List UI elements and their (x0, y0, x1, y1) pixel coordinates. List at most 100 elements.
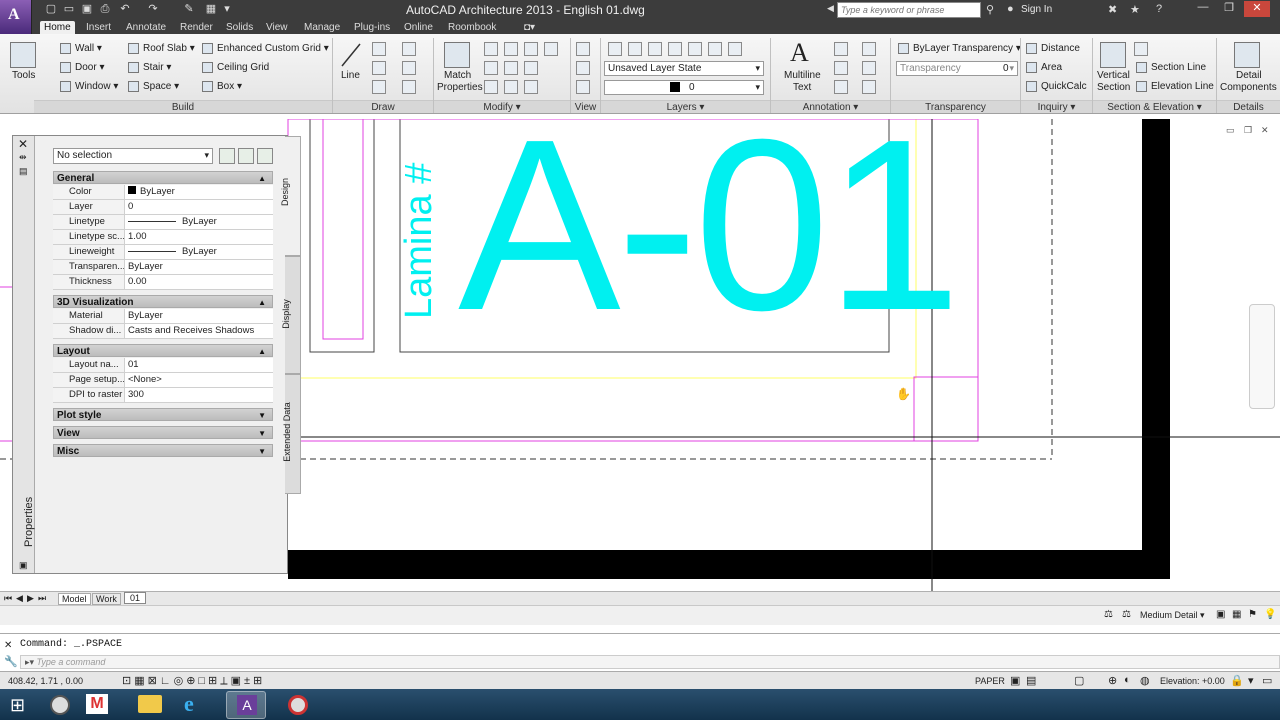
file-explorer-icon[interactable] (138, 695, 162, 713)
property-row[interactable]: Layout na... 01 (53, 358, 273, 373)
palette-settings-icon[interactable]: ▣ (19, 560, 28, 571)
box-button[interactable]: Box ▾ (202, 81, 242, 93)
ellipse-icon[interactable] (402, 61, 416, 75)
close-icon[interactable]: ✕ (1244, 1, 1270, 17)
save-icon[interactable]: ▣ (80, 2, 94, 16)
section-extra-icon[interactable] (1134, 42, 1148, 56)
copy-icon[interactable] (504, 61, 518, 75)
multiline-text-button[interactable]: Multiline (784, 70, 821, 82)
layer-isolate-icon[interactable] (628, 42, 642, 56)
tab-online[interactable]: Online (400, 21, 437, 34)
annotation-autoscale-icon[interactable]: ⚖ (1122, 609, 1131, 620)
panel-title-layers[interactable]: Layers ▾ (601, 100, 770, 113)
match-properties-button[interactable]: Match (444, 70, 471, 82)
annotation-visibility-icon[interactable]: ⚖ (1104, 609, 1113, 620)
plot-icon[interactable]: ⎙ (98, 2, 112, 16)
command-recent-icon[interactable]: ▸▾ (25, 657, 37, 667)
tab-roombook[interactable]: Roombook (444, 21, 500, 34)
panel-title-annotation[interactable]: Annotation ▾ (771, 100, 890, 113)
transparency-field[interactable]: Transparency (896, 61, 1018, 76)
qat-dropdown-icon[interactable]: ▾ (220, 2, 234, 16)
layer-properties-icon[interactable] (608, 42, 622, 56)
workspace-icon[interactable]: ✎ (182, 2, 196, 16)
tab-plugins[interactable]: Plug-ins (350, 21, 394, 34)
view-box-icon[interactable] (576, 42, 590, 56)
help-icon[interactable]: ? (1156, 3, 1162, 15)
navigation-bar[interactable] (1249, 304, 1275, 409)
elevation-line-button[interactable]: Elevation Line (1136, 81, 1214, 93)
detail-components-icon[interactable] (1234, 42, 1260, 68)
clean-screen-icon[interactable]: ▭ (1262, 674, 1272, 687)
tab-insert[interactable]: Insert (82, 21, 115, 34)
enhanced-grid-button[interactable]: Enhanced Custom Grid ▾ (202, 43, 329, 55)
first-layout-icon[interactable]: ⏮ (4, 593, 12, 604)
paper-space-toggle[interactable]: PAPER (975, 676, 1005, 686)
multiline-text-icon[interactable]: A (790, 38, 809, 68)
quick-view-layouts-icon[interactable]: ▣ (1010, 674, 1020, 687)
tab-display[interactable]: Display (281, 256, 301, 374)
tab-extended-data[interactable]: Extended Data (282, 374, 301, 494)
lock-ui-icon[interactable]: 🔒 (1230, 674, 1244, 687)
polyline-icon[interactable] (372, 42, 386, 56)
close-icon[interactable]: ✕ (18, 137, 28, 151)
layer-walk-icon[interactable] (728, 42, 742, 56)
array-icon[interactable] (524, 80, 538, 94)
section-layout[interactable]: Layout ▲ (53, 344, 273, 357)
layer-off-icon[interactable] (668, 42, 682, 56)
zoom-icon[interactable]: ⊕ (1108, 674, 1117, 687)
panel-title-inquiry[interactable]: Inquiry ▾ (1021, 100, 1092, 113)
command-input[interactable]: ▸▾ Type a command (20, 655, 1280, 669)
layout-tab-model[interactable]: Model (58, 593, 91, 605)
quickcalc-button[interactable]: QuickCalc (1026, 81, 1087, 93)
browser-icon[interactable] (50, 695, 70, 715)
property-row[interactable]: DPI to raster 300 (53, 388, 273, 403)
layout-tab-01[interactable]: 01 (124, 592, 147, 604)
tab-render[interactable]: Render (176, 21, 217, 34)
area-button[interactable]: Area (1026, 62, 1062, 74)
ceiling-grid-button[interactable]: Ceiling Grid (202, 62, 269, 74)
prev-layout-icon[interactable]: ◀ (16, 593, 23, 604)
undo-icon[interactable]: ↶ (118, 2, 132, 16)
quick-view-drawings-icon[interactable]: ▤ (1026, 674, 1036, 687)
workspace-switch-icon[interactable]: ▣ (1216, 609, 1225, 620)
orbit-icon[interactable]: ◐ (1124, 674, 1131, 686)
property-row[interactable]: Linetype ByLayer (53, 215, 273, 230)
mirror-icon[interactable] (524, 61, 538, 75)
property-row[interactable]: Shadow di... Casts and Receives Shadows (53, 324, 273, 339)
status-menu-icon[interactable]: ▾ (1248, 674, 1254, 687)
auto-hide-icon[interactable]: ⇹ (19, 152, 27, 163)
window-button[interactable]: Window ▾ (60, 81, 118, 93)
select-objects-icon[interactable] (238, 148, 254, 164)
circle-icon[interactable] (372, 61, 386, 75)
stretch-icon[interactable] (484, 80, 498, 94)
elevation-readout[interactable]: Elevation: +0.00 (1160, 676, 1225, 686)
distance-button[interactable]: Distance (1026, 43, 1080, 55)
detail-components-button[interactable]: Detail (1236, 70, 1262, 82)
maximize-icon[interactable]: ❐ (1216, 1, 1242, 17)
space-button[interactable]: Space ▾ (128, 81, 179, 93)
hatch-icon[interactable] (402, 80, 416, 94)
arc-icon[interactable] (402, 42, 416, 56)
section-view[interactable]: View ▼ (53, 426, 273, 439)
viewport-restore-icon[interactable]: ❐ (1244, 125, 1252, 136)
selection-dropdown[interactable]: No selection (53, 148, 213, 164)
layer-dropdown[interactable]: 0 (604, 80, 764, 95)
subscription-icon[interactable]: ★ (1130, 3, 1140, 16)
surface-hatch-icon[interactable]: ▦ (1232, 609, 1241, 620)
property-row[interactable]: Material ByLayer (53, 309, 273, 324)
layout-icon[interactable]: ▦ (204, 2, 218, 16)
match-properties-icon[interactable] (444, 42, 470, 68)
vertical-section-button[interactable]: Vertical (1097, 70, 1130, 82)
detail-level-dropdown[interactable]: Medium Detail ▾ (1140, 610, 1205, 621)
section-general[interactable]: General ▲ (53, 171, 273, 184)
move-icon[interactable] (484, 42, 498, 56)
exchange-icon[interactable]: ✖ (1108, 3, 1117, 16)
autocad-taskbar-button[interactable]: A (226, 691, 266, 719)
erase-icon[interactable] (484, 61, 498, 75)
panel-title-section-elevation[interactable]: Section & Elevation ▾ (1093, 100, 1216, 113)
drafting-toggles[interactable]: ⊡▦⊠∟◎⊕□⊞⟂▣±⊞ (122, 674, 265, 688)
search-input[interactable]: Type a keyword or phrase (837, 2, 981, 18)
ribbon-options-icon[interactable]: ◘▾ (520, 21, 539, 34)
viewport-close-icon[interactable]: ✕ (1261, 125, 1269, 136)
tab-manage[interactable]: Manage (300, 21, 344, 34)
